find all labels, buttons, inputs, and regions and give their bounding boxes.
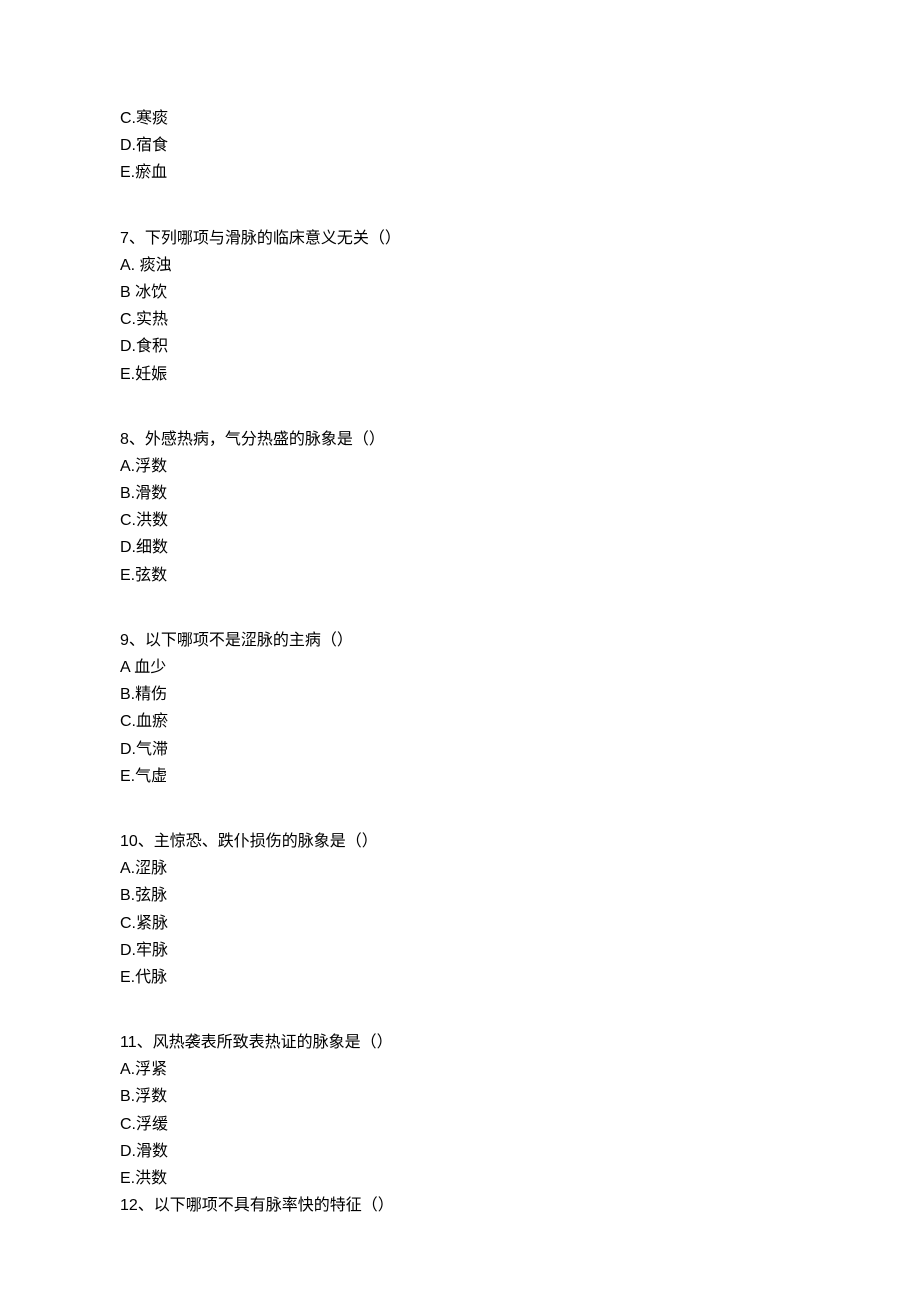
q8-option-e: E.弦数 (120, 562, 800, 589)
q12-stem: 12、以下哪项不具有脉率快的特征（） (120, 1192, 800, 1219)
q6-option-e: E.瘀血 (120, 159, 800, 186)
q11-option-a: A.浮紧 (120, 1056, 800, 1083)
q10-option-c: C.紧脉 (120, 910, 800, 937)
q8-option-c: C.洪数 (120, 507, 800, 534)
q10-option-b: B.弦脉 (120, 882, 800, 909)
q8-option-a: A.浮数 (120, 453, 800, 480)
question-6-tail: C.寒痰 D.宿食 E.瘀血 (120, 105, 800, 187)
q11-option-c: C.浮缓 (120, 1111, 800, 1138)
q9-option-c: C.血瘀 (120, 708, 800, 735)
q11-option-d: D.滑数 (120, 1138, 800, 1165)
q7-option-a: A. 痰浊 (120, 252, 800, 279)
q9-stem: 9、以下哪项不是涩脉的主病（） (120, 627, 800, 654)
q10-option-e: E.代脉 (120, 964, 800, 991)
q7-option-b: B 冰饮 (120, 279, 800, 306)
q10-option-d: D.牢脉 (120, 937, 800, 964)
q10-stem: 10、主惊恐、跌仆损伤的脉象是（） (120, 828, 800, 855)
q6-option-c: C.寒痰 (120, 105, 800, 132)
q6-option-d: D.宿食 (120, 132, 800, 159)
question-10: 10、主惊恐、跌仆损伤的脉象是（） A.涩脉 B.弦脉 C.紧脉 D.牢脉 E.… (120, 828, 800, 991)
q9-option-d: D.气滞 (120, 736, 800, 763)
q7-stem: 7、下列哪项与滑脉的临床意义无关（） (120, 225, 800, 252)
document-page: C.寒痰 D.宿食 E.瘀血 7、下列哪项与滑脉的临床意义无关（） A. 痰浊 … (0, 0, 920, 1279)
q9-option-e: E.气虚 (120, 763, 800, 790)
q7-option-c: C.实热 (120, 306, 800, 333)
q8-option-b: B.滑数 (120, 480, 800, 507)
q8-stem: 8、外感热病，气分热盛的脉象是（） (120, 426, 800, 453)
question-8: 8、外感热病，气分热盛的脉象是（） A.浮数 B.滑数 C.洪数 D.细数 E.… (120, 426, 800, 589)
question-11: 11、风热袭表所致表热证的脉象是（） A.浮紧 B.浮数 C.浮缓 D.滑数 E… (120, 1029, 800, 1219)
q11-stem: 11、风热袭表所致表热证的脉象是（） (120, 1029, 800, 1056)
question-7: 7、下列哪项与滑脉的临床意义无关（） A. 痰浊 B 冰饮 C.实热 D.食积 … (120, 225, 800, 388)
q10-option-a: A.涩脉 (120, 855, 800, 882)
q7-option-e: E.妊娠 (120, 361, 800, 388)
q9-option-b: B.精伤 (120, 681, 800, 708)
q8-option-d: D.细数 (120, 534, 800, 561)
q11-option-b: B.浮数 (120, 1083, 800, 1110)
q7-option-d: D.食积 (120, 333, 800, 360)
question-9: 9、以下哪项不是涩脉的主病（） A 血少 B.精伤 C.血瘀 D.气滞 E.气虚 (120, 627, 800, 790)
q9-option-a: A 血少 (120, 654, 800, 681)
q11-option-e: E.洪数 (120, 1165, 800, 1192)
